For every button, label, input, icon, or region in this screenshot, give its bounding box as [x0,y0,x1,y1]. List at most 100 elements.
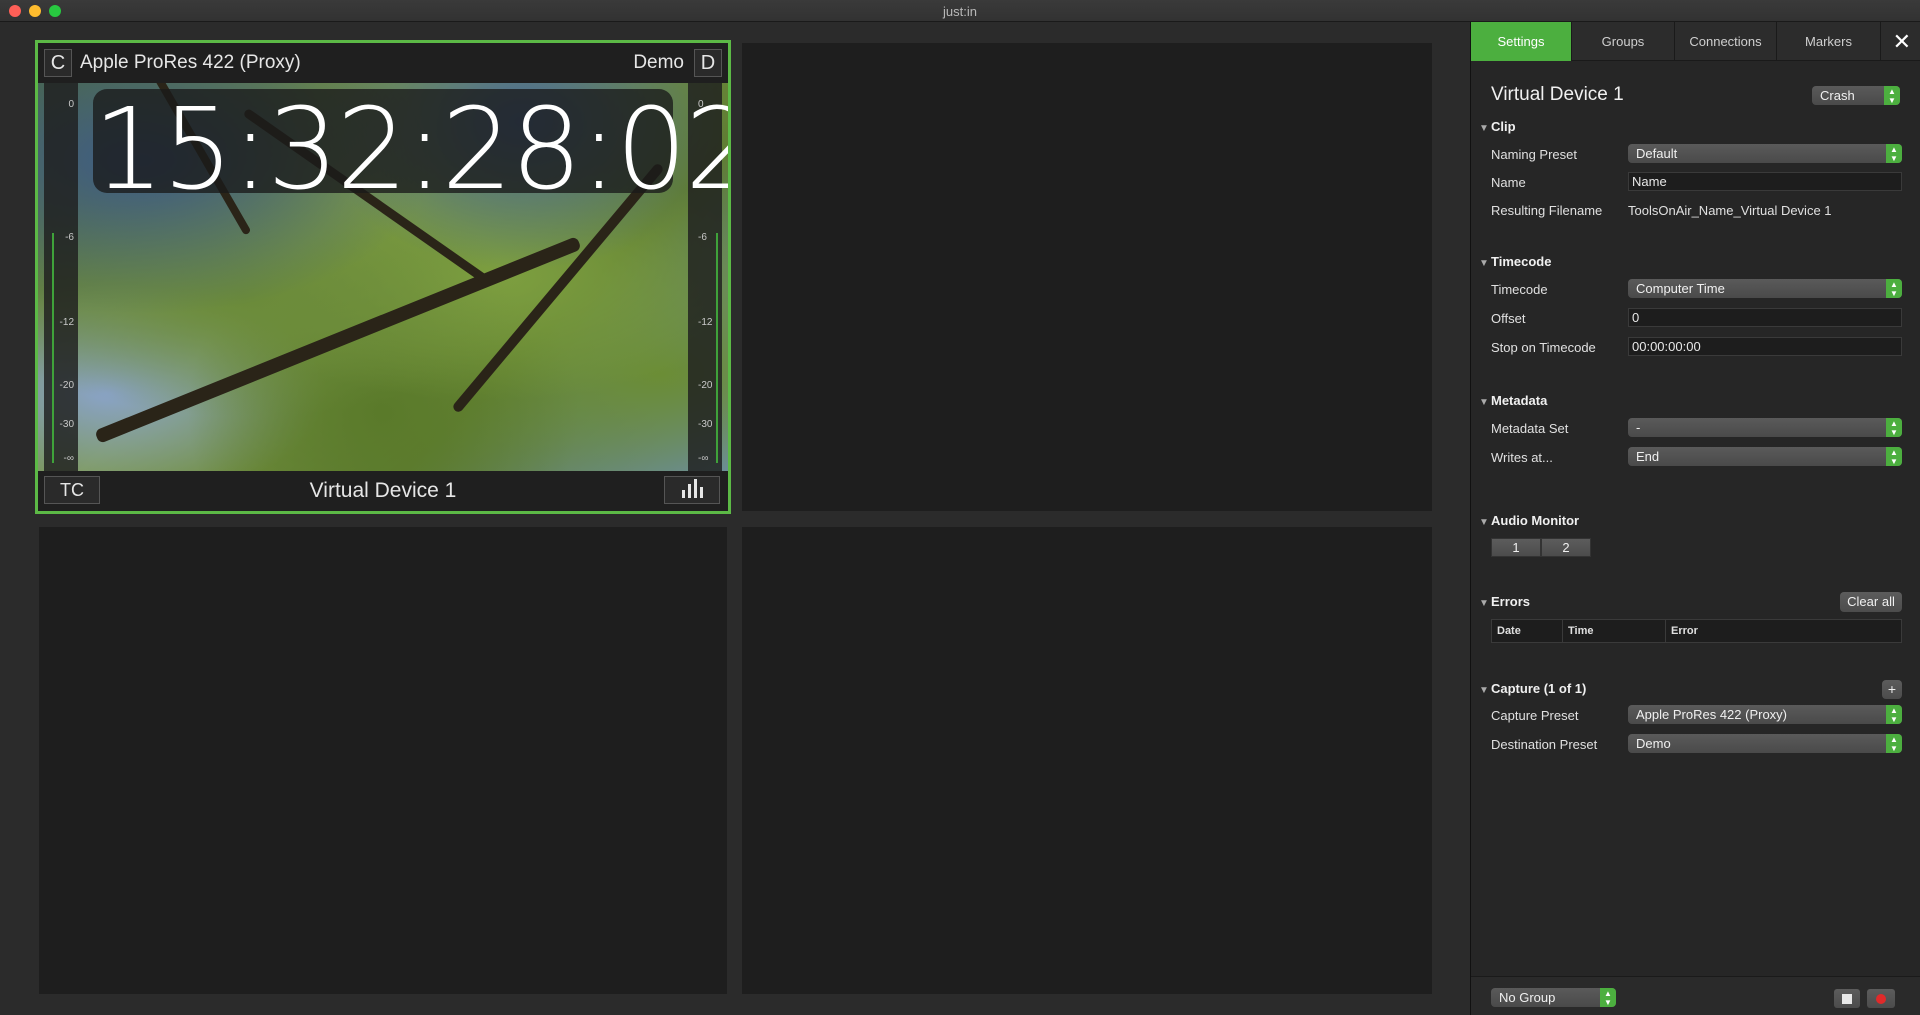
errors-column-time[interactable]: Time [1563,620,1666,642]
window-title: just:in [943,4,977,19]
section-audio-monitor-title: Audio Monitor [1491,513,1580,528]
resulting-filename-label: Resulting Filename [1491,203,1603,218]
naming-preset-select[interactable]: Default ▲ ▼ [1628,144,1902,163]
timecode-source-label: Timecode [1491,282,1548,297]
tab-markers[interactable]: Markers [1777,22,1881,61]
record-button[interactable] [1867,989,1895,1008]
title-bar: just:in [0,0,1920,22]
meter-tick: -12 [59,317,74,328]
clear-all-button[interactable]: Clear all [1840,592,1902,612]
record-icon [1876,994,1886,1004]
capture-preset-label: Capture Preset [1491,708,1579,723]
viewer-footer: TC Virtual Device 1 [38,471,728,511]
panel-footer: No Group ▲ ▼ [1471,976,1920,1015]
chevron-updown-icon: ▲ ▼ [1886,705,1902,724]
disclosure-triangle-icon: ▼ [1479,258,1489,269]
destination-preset-value: Demo [1636,736,1671,751]
stop-button[interactable] [1834,989,1860,1008]
section-errors[interactable]: ▼ Errors [1479,594,1530,609]
section-metadata[interactable]: ▼ Metadata [1479,393,1547,408]
meter-tick: -20 [59,380,74,391]
chevron-updown-icon: ▲ ▼ [1884,86,1900,105]
section-timecode[interactable]: ▼ Timecode [1479,254,1551,269]
chevron-updown-icon: ▲ ▼ [1886,734,1902,753]
disclosure-triangle-icon: ▼ [1479,685,1489,696]
chevron-updown-icon: ▲ ▼ [1886,279,1902,298]
offset-field[interactable]: 0 [1628,308,1902,327]
codec-badge[interactable]: C [44,49,72,77]
add-capture-button[interactable]: + [1882,680,1902,699]
levels-icon-bar [688,484,691,498]
audio-channel-1-button[interactable]: 1 [1491,538,1541,557]
tab-groups[interactable]: Groups [1572,22,1675,61]
section-capture[interactable]: ▼ Capture (1 of 1) [1479,681,1586,696]
metadata-set-value: - [1636,420,1641,435]
meter-tick: -30 [698,419,713,430]
inspector-tabs: Settings Groups Connections Markers ✕ [1471,22,1920,61]
errors-column-error[interactable]: Error [1666,620,1901,642]
writes-at-select[interactable]: End ▲ ▼ [1628,447,1902,466]
viewer-4[interactable] [742,527,1432,994]
meter-tick: -∞ [698,453,709,464]
group-select-value: No Group [1499,990,1556,1005]
naming-preset-value: Default [1636,146,1678,161]
levels-icon-bar [700,487,703,498]
timecode-overlay: 15:32:28:02 [93,85,728,215]
device-name-label: Virtual Device 1 [309,479,457,502]
metadata-set-label: Metadata Set [1491,421,1569,436]
disclosure-triangle-icon: ▼ [1479,397,1489,408]
meter-tick: -12 [698,317,713,328]
section-clip-title: Clip [1491,119,1516,134]
disclosure-triangle-icon: ▼ [1479,123,1489,134]
group-select[interactable]: No Group ▲ ▼ [1491,988,1616,1007]
section-metadata-title: Metadata [1491,393,1548,408]
meter-tick: -6 [698,232,707,243]
viewer-1[interactable]: C Apple ProRes 422 (Proxy) Demo D 0 -6 -… [35,40,731,514]
close-icon[interactable]: ✕ [1893,29,1911,55]
metadata-set-select[interactable]: - ▲ ▼ [1628,418,1902,437]
crash-popup-value: Crash [1820,88,1855,103]
viewer-2[interactable] [742,43,1432,511]
audio-levels-button[interactable] [664,476,720,504]
chevron-updown-icon: ▲ ▼ [1886,144,1902,163]
meter-tick: -30 [59,419,74,430]
chevron-updown-icon: ▲ ▼ [1600,988,1616,1007]
section-audio-monitor[interactable]: ▼ Audio Monitor [1479,513,1579,528]
destination-preset-label: Destination Preset [1491,737,1598,752]
audio-channel-2-button[interactable]: 2 [1541,538,1591,557]
offset-label: Offset [1491,311,1526,326]
meter-tick: -6 [65,232,74,243]
name-label: Name [1491,175,1526,190]
destination-preset-select[interactable]: Demo ▲ ▼ [1628,734,1902,753]
video-preview: 0 -6 -12 -20 -30 -∞ 0 -6 -12 -20 -30 -∞ … [38,83,728,471]
viewer-3[interactable] [39,527,727,994]
capture-preset-select[interactable]: Apple ProRes 422 (Proxy) ▲ ▼ [1628,705,1902,724]
chevron-updown-icon: ▲ ▼ [1886,418,1902,437]
meter-tick: -20 [698,380,713,391]
disclosure-triangle-icon: ▼ [1479,598,1489,609]
timecode-source-select[interactable]: Computer Time ▲ ▼ [1628,279,1902,298]
inspector-panel: Settings Groups Connections Markers ✕ Vi… [1470,22,1920,1015]
resulting-filename-value: ToolsOnAir_Name_Virtual Device 1 [1628,203,1832,218]
chevron-updown-icon: ▲ ▼ [1886,447,1902,466]
stop-on-timecode-field[interactable]: 00:00:00:00 [1628,337,1902,356]
errors-column-date[interactable]: Date [1492,620,1563,642]
section-errors-title: Errors [1491,594,1531,609]
name-field[interactable]: Name [1628,172,1902,191]
levels-icon-bar [694,479,697,498]
writes-at-label: Writes at... [1491,450,1553,465]
meter-tick: 0 [68,99,74,110]
meter-tick: -∞ [63,453,74,464]
tab-settings[interactable]: Settings [1471,22,1572,61]
tab-connections[interactable]: Connections [1675,22,1777,61]
codec-label: Apple ProRes 422 (Proxy) [80,52,301,73]
disclosure-triangle-icon: ▼ [1479,517,1489,528]
audio-meter-left: 0 -6 -12 -20 -30 -∞ [44,83,78,471]
levels-icon [682,490,685,498]
destination-badge[interactable]: D [694,49,722,77]
naming-preset-label: Naming Preset [1491,147,1577,162]
crash-popup[interactable]: Crash ▲ ▼ [1812,86,1900,105]
device-title: Virtual Device 1 [1491,84,1624,105]
writes-at-value: End [1636,449,1660,464]
section-clip[interactable]: ▼ Clip [1479,119,1516,134]
